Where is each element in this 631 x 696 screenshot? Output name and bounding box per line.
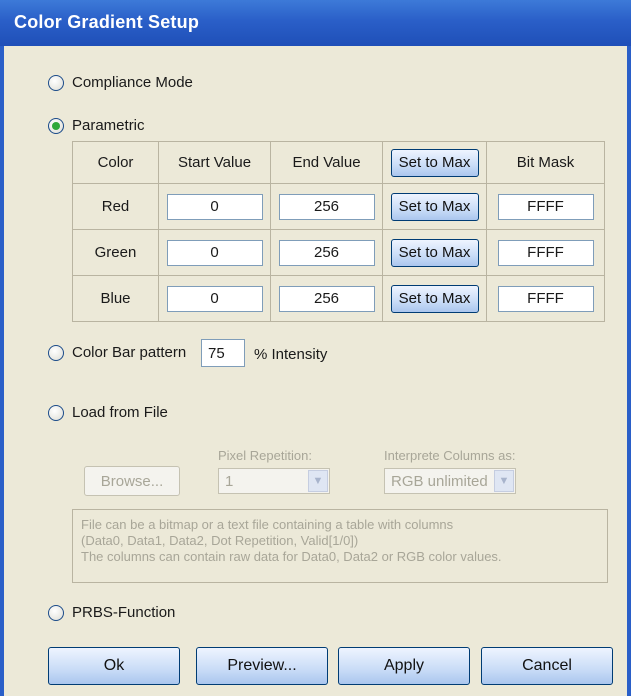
prbs-label: PRBS-Function xyxy=(72,604,176,621)
load-from-file-label: Load from File xyxy=(72,404,168,421)
load-from-file-radio[interactable] xyxy=(48,404,64,421)
green-start-input[interactable]: 0 xyxy=(166,239,263,266)
info-line: (Data0, Data1, Data2, Dot Repetition, Va… xyxy=(81,533,359,548)
apply-button[interactable]: Apply xyxy=(338,647,470,685)
prbs-radio[interactable] xyxy=(48,604,64,621)
compliance-mode-radio[interactable] xyxy=(48,74,64,91)
interprete-columns-select[interactable]: RGB unlimited ▼ xyxy=(384,468,516,494)
header-color: Color xyxy=(72,141,159,184)
green-bit-mask-input[interactable]: FFFF xyxy=(497,239,594,266)
chevron-down-icon[interactable]: ▼ xyxy=(308,470,328,492)
row-color-blue: Blue xyxy=(72,275,159,322)
header-set-to-max-cell: Set to Max xyxy=(382,141,487,184)
parametric-label: Parametric xyxy=(72,117,145,134)
row-color-green: Green xyxy=(72,229,159,276)
blue-set-to-max-button[interactable]: Set to Max xyxy=(390,284,479,313)
green-set-to-max-button[interactable]: Set to Max xyxy=(390,238,479,267)
set-all-to-max-button[interactable]: Set to Max xyxy=(390,148,479,177)
compliance-mode-label: Compliance Mode xyxy=(72,74,193,91)
parametric-radio[interactable] xyxy=(48,117,64,134)
row-color-red: Red xyxy=(72,183,159,230)
color-bar-radio[interactable] xyxy=(48,344,64,361)
red-start-input[interactable]: 0 xyxy=(166,193,263,220)
ok-button[interactable]: Ok xyxy=(48,647,180,685)
red-end-input[interactable]: 256 xyxy=(278,193,375,220)
table-row: Green 0 256 Set to Max FFFF xyxy=(72,229,605,276)
table-row: Blue 0 256 Set to Max FFFF xyxy=(72,275,605,322)
intensity-input[interactable]: 75 xyxy=(201,339,245,367)
header-bit-mask: Bit Mask xyxy=(486,141,605,184)
header-end-value: End Value xyxy=(270,141,383,184)
info-line: File can be a bitmap or a text file cont… xyxy=(81,517,454,532)
intensity-suffix: % Intensity xyxy=(254,346,328,363)
preview-button[interactable]: Preview... xyxy=(196,647,328,685)
red-set-to-max-button[interactable]: Set to Max xyxy=(390,192,479,221)
file-format-info: File can be a bitmap or a text file cont… xyxy=(72,509,608,583)
window-title: Color Gradient Setup xyxy=(0,0,631,46)
color-bar-label: Color Bar pattern xyxy=(72,344,187,361)
browse-button[interactable]: Browse... xyxy=(84,466,180,496)
prbs-option[interactable]: PRBS-Function xyxy=(48,604,175,621)
cancel-button[interactable]: Cancel xyxy=(481,647,613,685)
interprete-columns-value: RGB unlimited xyxy=(391,472,488,490)
load-from-file-option[interactable]: Load from File xyxy=(48,404,168,421)
pixel-repetition-value: 1 xyxy=(225,472,234,490)
green-end-input[interactable]: 256 xyxy=(278,239,375,266)
window-frame-right xyxy=(627,46,631,696)
window-frame-left xyxy=(0,46,4,696)
header-start-value: Start Value xyxy=(158,141,271,184)
compliance-mode-option[interactable]: Compliance Mode xyxy=(48,74,193,91)
blue-end-input[interactable]: 256 xyxy=(278,285,375,312)
pixel-repetition-select[interactable]: 1 ▼ xyxy=(218,468,330,494)
info-line: The columns can contain raw data for Dat… xyxy=(81,549,502,564)
table-row: Red 0 256 Set to Max FFFF xyxy=(72,183,605,230)
color-bar-option[interactable]: Color Bar pattern xyxy=(48,344,186,361)
pixel-repetition-label: Pixel Repetition: xyxy=(218,448,312,463)
interprete-columns-label: Interprete Columns as: xyxy=(384,448,516,463)
table-header-row: Color Start Value End Value Set to Max B… xyxy=(72,141,605,184)
blue-start-input[interactable]: 0 xyxy=(166,285,263,312)
chevron-down-icon[interactable]: ▼ xyxy=(494,470,514,492)
red-bit-mask-input[interactable]: FFFF xyxy=(497,193,594,220)
blue-bit-mask-input[interactable]: FFFF xyxy=(497,285,594,312)
parametric-option[interactable]: Parametric xyxy=(48,117,145,134)
parametric-table: Color Start Value End Value Set to Max B… xyxy=(72,141,605,322)
